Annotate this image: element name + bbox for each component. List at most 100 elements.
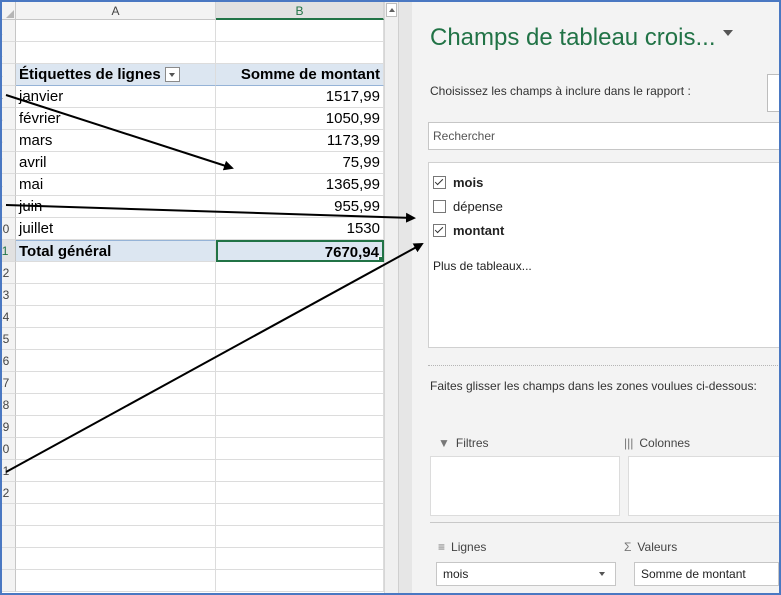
select-all-corner[interactable] (2, 2, 16, 20)
amount-cell[interactable]: 1530 (216, 218, 384, 240)
checkbox-checked-icon[interactable] (433, 224, 446, 238)
row-number[interactable]: 3 (2, 64, 16, 86)
cell[interactable] (216, 548, 384, 570)
cell[interactable] (16, 570, 216, 592)
cell[interactable] (16, 20, 216, 42)
cell[interactable] (216, 526, 384, 548)
columns-drop-zone[interactable] (628, 456, 779, 516)
field-item-depense[interactable]: dépense (433, 197, 503, 217)
cell[interactable] (16, 42, 216, 64)
row-number[interactable] (2, 504, 16, 526)
cell[interactable] (216, 372, 384, 394)
cell[interactable] (16, 394, 216, 416)
cell[interactable] (216, 482, 384, 504)
cell[interactable] (16, 482, 216, 504)
cell[interactable] (16, 372, 216, 394)
checkbox-checked-icon[interactable] (433, 176, 446, 190)
amount-cell[interactable]: 1050,99 (216, 108, 384, 130)
cell[interactable] (16, 548, 216, 570)
cell[interactable] (216, 328, 384, 350)
cell[interactable] (216, 306, 384, 328)
cell[interactable] (216, 416, 384, 438)
month-cell[interactable]: mai (16, 174, 216, 196)
column-header-a[interactable]: A (16, 2, 216, 20)
field-item-mois[interactable]: mois (433, 173, 483, 193)
cell[interactable] (216, 42, 384, 64)
row-number[interactable]: 12 (2, 262, 16, 284)
row-number[interactable]: 5 (2, 108, 16, 130)
field-search-input[interactable]: Rechercher (428, 122, 779, 150)
checkbox-unchecked-icon[interactable] (433, 200, 446, 214)
pane-splitter[interactable] (398, 2, 412, 593)
cell[interactable] (16, 306, 216, 328)
row-number[interactable]: 4 (2, 86, 16, 108)
chevron-down-icon[interactable] (599, 572, 605, 576)
row-number[interactable]: 9 (2, 196, 16, 218)
month-cell[interactable]: avril (16, 152, 216, 174)
cell[interactable] (216, 284, 384, 306)
cell[interactable] (16, 328, 216, 350)
cell[interactable] (16, 284, 216, 306)
amount-cell[interactable]: 1173,99 (216, 130, 384, 152)
values-field-pill[interactable]: Somme de montant (634, 562, 779, 586)
row-number[interactable]: 14 (2, 306, 16, 328)
cell[interactable] (216, 570, 384, 592)
row-number[interactable]: 8 (2, 174, 16, 196)
total-value-cell[interactable]: 7670,94 (216, 240, 384, 262)
rows-field-pill[interactable]: mois (436, 562, 616, 586)
month-cell[interactable]: juin (16, 196, 216, 218)
row-number[interactable]: 1 (2, 20, 16, 42)
cell[interactable] (216, 438, 384, 460)
row-number[interactable]: 7 (2, 152, 16, 174)
row-number[interactable]: 6 (2, 130, 16, 152)
cell[interactable] (216, 350, 384, 372)
row-number[interactable]: 2 (2, 42, 16, 64)
row-number[interactable]: 10 (2, 218, 16, 240)
row-number[interactable] (2, 570, 16, 592)
cell[interactable] (216, 262, 384, 284)
cell[interactable] (16, 526, 216, 548)
pivot-row-label-header[interactable]: Étiquettes de lignes (16, 64, 216, 86)
cell[interactable] (216, 394, 384, 416)
cell[interactable] (16, 438, 216, 460)
month-cell[interactable]: mars (16, 130, 216, 152)
column-header-b[interactable]: B (216, 2, 384, 20)
vertical-scrollbar[interactable] (384, 2, 398, 593)
filters-drop-zone[interactable] (430, 456, 620, 516)
row-number[interactable] (2, 526, 16, 548)
field-item-montant[interactable]: montant (433, 221, 504, 241)
row-number[interactable] (2, 548, 16, 570)
cell[interactable] (216, 504, 384, 526)
row-number[interactable]: 18 (2, 394, 16, 416)
cell[interactable] (16, 504, 216, 526)
cell[interactable] (16, 262, 216, 284)
amount-cell[interactable]: 1517,99 (216, 86, 384, 108)
amount-cell[interactable]: 1365,99 (216, 174, 384, 196)
amount-cell[interactable]: 75,99 (216, 152, 384, 174)
cell[interactable] (216, 460, 384, 482)
layout-options-button[interactable] (767, 74, 779, 112)
filter-dropdown-button[interactable] (164, 66, 180, 82)
row-number[interactable]: 20 (2, 438, 16, 460)
cell[interactable] (16, 460, 216, 482)
more-tables-link[interactable]: Plus de tableaux... (433, 259, 532, 273)
month-cell[interactable]: février (16, 108, 216, 130)
pane-options-chevron-icon[interactable] (723, 29, 734, 36)
row-number[interactable]: 17 (2, 372, 16, 394)
amount-cell[interactable]: 955,99 (216, 196, 384, 218)
scroll-up-icon[interactable] (386, 3, 397, 17)
cell[interactable] (16, 416, 216, 438)
month-cell[interactable]: janvier (16, 86, 216, 108)
row-number[interactable]: 21 (2, 460, 16, 482)
row-number[interactable]: 15 (2, 328, 16, 350)
cell[interactable] (16, 350, 216, 372)
row-number[interactable]: 19 (2, 416, 16, 438)
cell[interactable] (216, 20, 384, 42)
row-number[interactable]: 11 (2, 240, 16, 262)
month-cell[interactable]: juillet (16, 218, 216, 240)
row-number[interactable]: 13 (2, 284, 16, 306)
pivot-value-header[interactable]: Somme de montant (216, 64, 384, 86)
total-label-cell[interactable]: Total général (16, 240, 216, 262)
row-number[interactable]: 22 (2, 482, 16, 504)
row-number[interactable]: 16 (2, 350, 16, 372)
